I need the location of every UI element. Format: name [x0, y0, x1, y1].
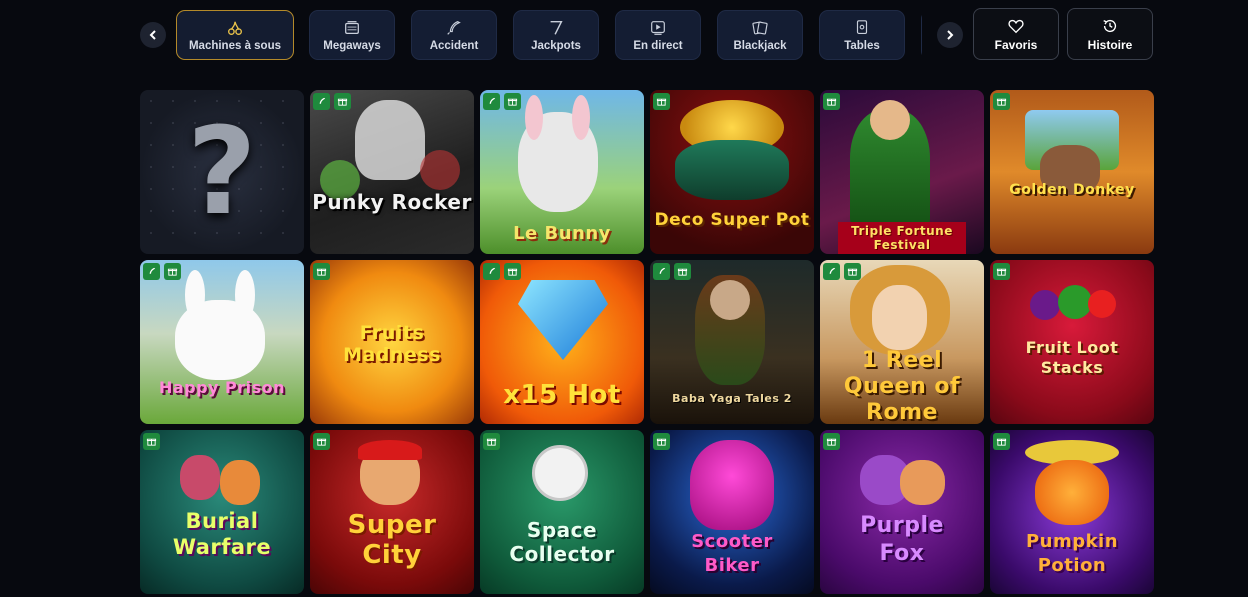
rocket-badge-icon: [143, 263, 160, 280]
game-tile-mystery[interactable]: ?: [140, 90, 304, 254]
game-title: Deco Super Pot: [654, 210, 810, 230]
tab-machines-a-sous[interactable]: Machines à sous: [176, 10, 294, 60]
gift-badge-icon: [164, 263, 181, 280]
gift-badge-icon: [993, 93, 1010, 110]
game-tile-burial-warfare[interactable]: Burial Warfare: [140, 430, 304, 594]
gift-badge-icon: [313, 263, 330, 280]
history-icon: [1103, 19, 1117, 32]
gift-badge-icon: [313, 433, 330, 450]
gift-badge-icon: [823, 433, 840, 450]
gift-badge-icon: [653, 93, 670, 110]
gift-badge-icon: [823, 93, 840, 110]
tab-en-direct[interactable]: En direct: [615, 10, 701, 60]
scroll-right-button[interactable]: [937, 22, 963, 48]
tab-partial[interactable]: [921, 10, 922, 60]
game-tile-le-bunny[interactable]: Le Bunny: [480, 90, 644, 254]
game-tile-scooter-biker[interactable]: Scooter Biker: [650, 430, 814, 594]
gift-badge-icon: [504, 263, 521, 280]
tab-blackjack[interactable]: Blackjack: [717, 10, 803, 60]
game-title: Fruits Madness: [343, 322, 441, 366]
game-tile-deco-super-pot[interactable]: Deco Super Pot: [650, 90, 814, 254]
game-title: 1 Reel Queen of Rome: [843, 348, 961, 424]
slot-machine-icon: [345, 20, 359, 34]
game-tile-pumpkin-potion[interactable]: Pumpkin Potion: [990, 430, 1154, 594]
game-title: Pumpkin Potion: [1025, 531, 1119, 576]
chevron-left-icon: [149, 30, 156, 40]
game-tile-triple-fortune-festival[interactable]: Triple Fortune Festival: [820, 90, 984, 254]
game-title: Punky Rocker: [312, 190, 472, 214]
tab-label: Machines à sous: [188, 39, 282, 52]
chevron-right-icon: [947, 30, 954, 40]
game-tile-punky-rocker[interactable]: Punky Rocker: [310, 90, 474, 254]
game-tile-happy-prison[interactable]: Happy Prison: [140, 260, 304, 424]
game-title: Fruit Loot Stacks: [1025, 338, 1119, 377]
game-title: Scooter Biker: [691, 531, 773, 576]
game-title: x15 Hot: [503, 380, 621, 410]
gift-badge-icon: [334, 93, 351, 110]
game-title: Space Collector: [509, 518, 615, 566]
game-title: Purple Fox: [860, 513, 944, 566]
tab-label: En direct: [633, 39, 683, 52]
history-button[interactable]: Histoire: [1067, 8, 1153, 60]
game-title: Burial Warfare: [172, 509, 272, 559]
game-tile-fruit-loot-stacks[interactable]: Fruit Loot Stacks: [990, 260, 1154, 424]
game-tile-fruits-madness[interactable]: Fruits Madness: [310, 260, 474, 424]
game-tile-space-collector[interactable]: Space Collector: [480, 430, 644, 594]
tab-tables[interactable]: Tables: [819, 10, 905, 60]
category-tabs: Machines à sous Megaways Accident Jackpo…: [176, 10, 922, 60]
tab-label: Accident: [429, 39, 479, 52]
game-tile-queen-of-rome[interactable]: 1 Reel Queen of Rome: [820, 260, 984, 424]
tab-megaways[interactable]: Megaways: [309, 10, 395, 60]
game-title: Happy Prison: [158, 378, 286, 397]
table-cards-icon: [856, 19, 868, 34]
game-tile-purple-fox[interactable]: Purple Fox: [820, 430, 984, 594]
tab-label: Megaways: [323, 39, 381, 52]
gift-badge-icon: [844, 263, 861, 280]
favorites-label: Favoris: [994, 37, 1038, 52]
gift-badge-icon: [993, 433, 1010, 450]
rocket-badge-icon: [823, 263, 840, 280]
game-title: Baba Yaga Tales 2: [672, 392, 792, 405]
tab-jackpots[interactable]: Jackpots: [513, 10, 599, 60]
rocket-badge-icon: [483, 93, 500, 110]
game-tile-golden-donkey[interactable]: Golden Donkey: [990, 90, 1154, 254]
seven-icon: [550, 20, 563, 35]
game-title: Triple Fortune Festival: [838, 222, 966, 254]
tab-label: Tables: [844, 39, 880, 52]
game-title: Super City: [347, 510, 437, 570]
cards-icon: [752, 20, 768, 35]
gift-badge-icon: [143, 433, 160, 450]
gift-badge-icon: [653, 433, 670, 450]
gift-badge-icon: [504, 93, 521, 110]
favorites-button[interactable]: Favoris: [973, 8, 1059, 60]
rocket-badge-icon: [313, 93, 330, 110]
game-tile-x15-hot[interactable]: x15 Hot: [480, 260, 644, 424]
tab-label: Blackjack: [733, 39, 787, 52]
gift-badge-icon: [483, 433, 500, 450]
tab-accident[interactable]: Accident: [411, 10, 497, 60]
gift-badge-icon: [674, 263, 691, 280]
game-title: Golden Donkey: [1009, 182, 1135, 198]
game-title: Le Bunny: [513, 223, 611, 244]
rocket-badge-icon: [483, 263, 500, 280]
game-title: ?: [186, 103, 258, 242]
heart-icon: [1008, 19, 1024, 33]
scroll-left-button[interactable]: [140, 22, 166, 48]
rocket-icon: [447, 20, 461, 35]
cherries-icon: [228, 21, 242, 35]
tab-label: Jackpots: [531, 39, 581, 52]
history-label: Histoire: [1087, 37, 1133, 52]
game-tile-super-city[interactable]: Super City: [310, 430, 474, 594]
game-tile-baba-yaga-tales-2[interactable]: Baba Yaga Tales 2: [650, 260, 814, 424]
gift-badge-icon: [993, 263, 1010, 280]
rocket-badge-icon: [653, 263, 670, 280]
live-play-icon: [651, 20, 665, 35]
